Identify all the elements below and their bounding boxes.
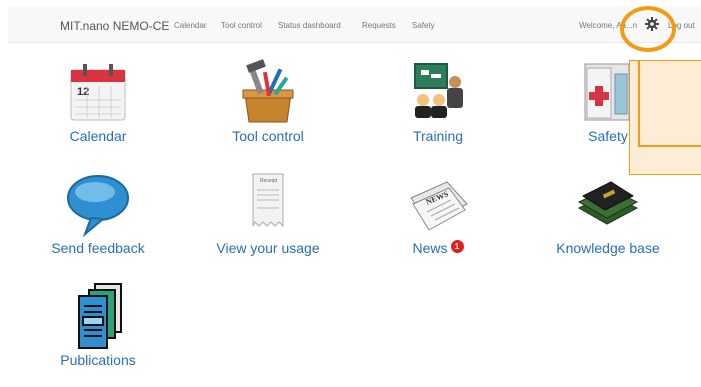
tile-label: Safety bbox=[588, 128, 628, 144]
nav-link-safety[interactable]: Safety bbox=[412, 21, 435, 30]
top-navbar: MIT.nano NEMO-CE Calendar Tool control S… bbox=[8, 6, 701, 43]
nav-link-status-dashboard[interactable]: Status dashboard bbox=[278, 21, 341, 30]
tile-label: View your usage bbox=[216, 240, 320, 256]
tile-label: Training bbox=[412, 128, 464, 144]
tile-news[interactable]: NEWS News 1 bbox=[368, 168, 508, 278]
brand-link[interactable]: MIT.nano NEMO-CE bbox=[60, 19, 169, 33]
tile-label: Publications bbox=[60, 352, 136, 368]
training-icon bbox=[414, 63, 463, 118]
tile-label: Knowledge base bbox=[556, 240, 660, 256]
documents-icon bbox=[78, 283, 122, 349]
calendar-icon: 12 bbox=[70, 64, 126, 121]
tile-calendar[interactable]: 12 Calendar bbox=[28, 56, 168, 166]
tile-label: Tool control bbox=[232, 128, 304, 144]
tile-training[interactable]: Training bbox=[368, 56, 508, 166]
newspaper-icon: NEWS bbox=[410, 181, 468, 231]
tile-tool-control[interactable]: Tool control bbox=[198, 56, 338, 166]
tile-safety[interactable]: Safety bbox=[538, 56, 678, 166]
safety-cabinet-icon bbox=[584, 63, 630, 121]
highlight-circle bbox=[620, 6, 676, 52]
books-icon bbox=[577, 181, 639, 225]
tile-label: News 1 bbox=[368, 240, 508, 256]
tile-view-your-usage[interactable]: Receipt View your usage bbox=[198, 168, 338, 278]
tile-label: Calendar bbox=[69, 128, 127, 144]
tile-label: Send feedback bbox=[51, 240, 145, 256]
tile-send-feedback[interactable]: Send feedback bbox=[28, 168, 168, 278]
receipt-icon: Receipt bbox=[252, 173, 284, 228]
tile-knowledge-base[interactable]: Knowledge base bbox=[538, 168, 678, 278]
nav-link-calendar[interactable]: Calendar bbox=[174, 21, 206, 30]
tile-publications[interactable]: Publications bbox=[28, 280, 168, 387]
tile-label-text: News bbox=[412, 240, 448, 256]
notification-badge: 1 bbox=[450, 240, 464, 253]
nav-link-requests[interactable]: Requests bbox=[362, 21, 396, 30]
speech-bubble-icon bbox=[67, 175, 129, 238]
nav-link-tool-control[interactable]: Tool control bbox=[221, 21, 262, 30]
svg-text:Receipt: Receipt bbox=[260, 178, 278, 184]
toolbox-icon bbox=[242, 59, 294, 123]
svg-text:12: 12 bbox=[77, 86, 89, 98]
